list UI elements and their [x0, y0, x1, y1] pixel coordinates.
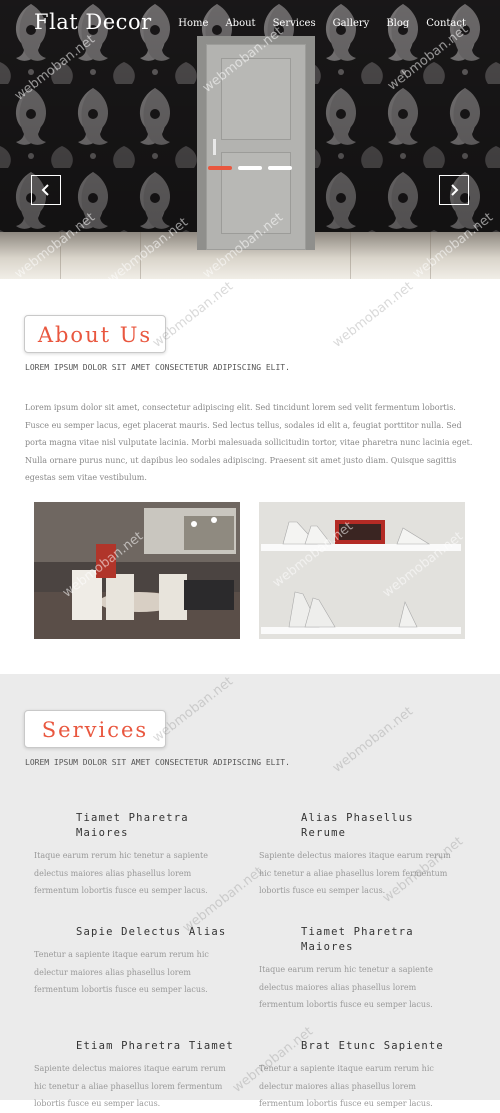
service-title[interactable]: Etiam Pharetra Tiamet: [76, 1039, 234, 1054]
nav-contact[interactable]: Contact: [426, 18, 466, 29]
nav-gallery[interactable]: Gallery: [333, 18, 370, 29]
living-room-photo: [34, 502, 240, 639]
about-tagline: LOREM IPSUM DOLOR SIT AMET CONSECTETUR A…: [25, 363, 290, 372]
nav-home[interactable]: Home: [178, 18, 208, 29]
service-desc: Sapiente delectus maiores itaque earum r…: [259, 851, 451, 895]
site-logo[interactable]: Flat Decor: [34, 10, 152, 34]
about-title: About Us: [37, 323, 153, 347]
service-title[interactable]: Sapie Delectus Alias: [76, 925, 234, 940]
watermark: webmoban.net: [330, 704, 417, 776]
service-desc: Sapiente delectus maiores itaque earum r…: [34, 1064, 226, 1108]
service-item: Tiamet Pharetra Maiores Itaque earum rer…: [259, 925, 459, 1014]
slider-prev-button[interactable]: [31, 175, 61, 205]
service-desc: Tenetur a sapiente itaque earum rerum hi…: [259, 1064, 434, 1108]
chevron-left-icon: [41, 184, 49, 196]
nav-services[interactable]: Services: [273, 18, 316, 29]
shoe-shelf-photo: [259, 502, 465, 639]
services-title: Services: [41, 718, 149, 742]
service-title[interactable]: Tiamet Pharetra Maiores: [76, 811, 234, 841]
service-desc: Itaque earum rerum hic tenetur a sapient…: [34, 851, 208, 895]
about-title-box: About Us: [24, 315, 166, 353]
services-title-box: Services: [24, 710, 166, 748]
service-title[interactable]: Tiamet Pharetra Maiores: [301, 925, 459, 955]
slider-dot-1[interactable]: [208, 166, 232, 170]
nav-about[interactable]: About: [225, 18, 255, 29]
service-item: Etiam Pharetra Tiamet Sapiente delectus …: [34, 1039, 234, 1113]
services-section: Services LOREM IPSUM DOLOR SIT AMET CONS…: [0, 674, 500, 1108]
service-title[interactable]: Brat Etunc Sapiente: [301, 1039, 459, 1054]
service-item: Tiamet Pharetra Maiores Itaque earum rer…: [34, 811, 234, 900]
service-item: Brat Etunc Sapiente Tenetur a sapiente i…: [259, 1039, 459, 1113]
main-nav: Home About Services Gallery Blog Contact: [161, 18, 466, 29]
hero-slider: Flat Decor Home About Services Gallery B…: [0, 0, 500, 279]
service-desc: Tenetur a sapiente itaque earum rerum hi…: [34, 950, 209, 994]
service-desc: Itaque earum rerum hic tenetur a sapient…: [259, 965, 433, 1009]
slider-dot-2[interactable]: [238, 166, 262, 170]
slider-next-button[interactable]: [439, 175, 469, 205]
slider-dot-3[interactable]: [268, 166, 292, 170]
service-item: Alias Phasellus Rerume Sapiente delectus…: [259, 811, 459, 900]
about-body: Lorem ipsum dolor sit amet, consectetur …: [25, 403, 473, 482]
slider-dots: [208, 166, 292, 170]
nav-blog[interactable]: Blog: [386, 18, 409, 29]
service-title[interactable]: Alias Phasellus Rerume: [301, 811, 459, 841]
door-handle: [213, 139, 216, 155]
services-tagline: LOREM IPSUM DOLOR SIT AMET CONSECTETUR A…: [25, 758, 290, 767]
about-section: About Us LOREM IPSUM DOLOR SIT AMET CONS…: [0, 279, 500, 674]
chevron-right-icon: [451, 184, 459, 196]
service-item: Sapie Delectus Alias Tenetur a sapiente …: [34, 925, 234, 999]
watermark: webmoban.net: [330, 279, 417, 351]
